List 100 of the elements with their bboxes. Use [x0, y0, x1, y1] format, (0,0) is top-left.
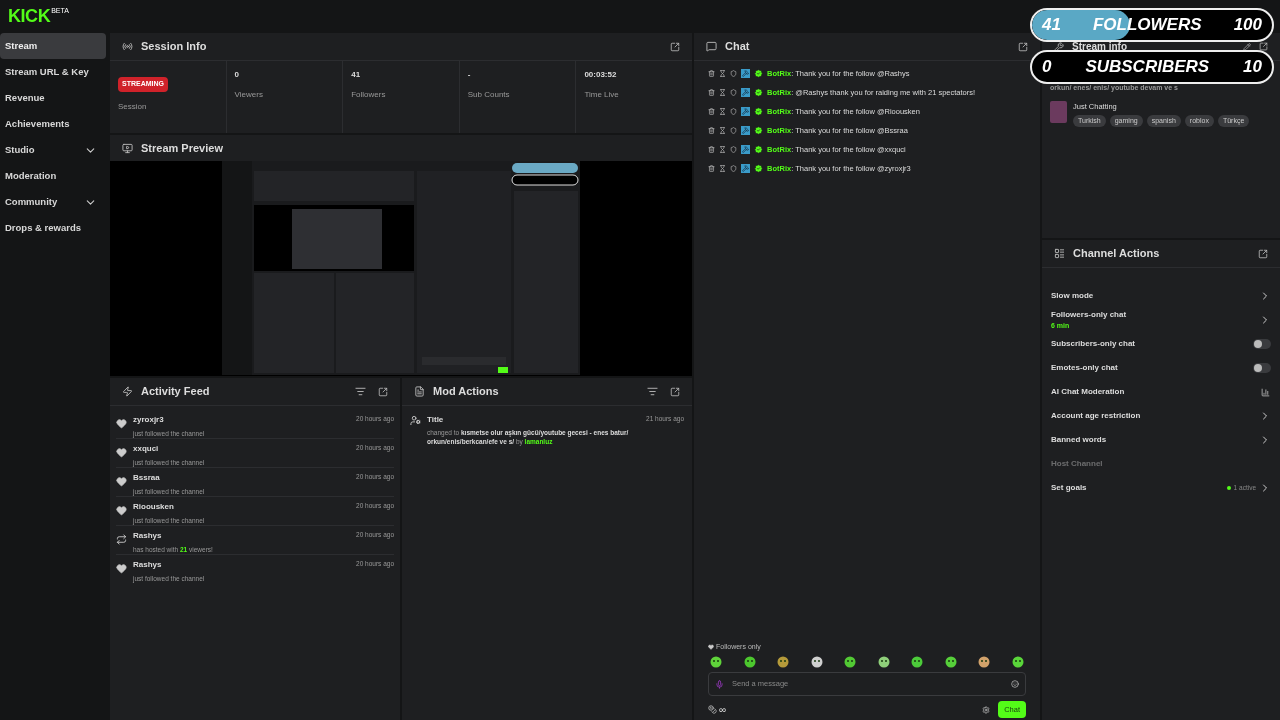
action-label: Subscribers-only chat [1051, 338, 1136, 350]
username[interactable]: Rioousken [133, 501, 174, 513]
action-label: Emotes-only chat [1051, 362, 1118, 374]
shield-icon[interactable] [730, 89, 737, 96]
stat-label: Time Live [584, 89, 620, 101]
popout-icon[interactable] [1259, 42, 1268, 51]
popout-icon[interactable] [1018, 41, 1028, 52]
username[interactable]: zyroxjr3 [133, 414, 164, 426]
stat-value: 41 [351, 69, 362, 81]
emote-icon[interactable] [844, 656, 857, 668]
broadcast-icon [122, 41, 133, 52]
shield-icon[interactable] [730, 165, 737, 172]
trash-icon[interactable] [708, 108, 715, 115]
screen-icon [122, 142, 133, 154]
panel-title: Channel Actions [1073, 246, 1160, 262]
trash-icon[interactable] [708, 146, 715, 153]
mod-action-title: Title [427, 414, 444, 426]
emote-icon[interactable] [710, 656, 722, 668]
goal-label: SUBSCRIBERS [1085, 56, 1210, 79]
sidebar-item[interactable]: Community [0, 189, 106, 215]
panel-title: Session Info [141, 39, 207, 55]
sidebar-item[interactable]: Moderation [0, 163, 106, 189]
hammer-badge-icon [741, 145, 750, 154]
hourglass-icon[interactable] [719, 70, 726, 77]
verified-badge-icon [754, 164, 763, 173]
hourglass-icon[interactable] [719, 146, 726, 153]
username[interactable]: Rashys [133, 559, 162, 571]
chart-link-icon [1261, 387, 1270, 397]
shield-icon[interactable] [730, 146, 737, 153]
panel-title: Stream info [1072, 40, 1127, 54]
sidebar-item[interactable]: Achievements [0, 111, 106, 137]
stat-value: 00:03:52 [584, 69, 618, 81]
trash-icon[interactable] [708, 89, 715, 96]
emote-icon[interactable] [810, 656, 823, 668]
sidebar-item[interactable]: Stream [0, 33, 106, 59]
shield-icon[interactable] [730, 70, 737, 77]
panel-title: Stream Preview [141, 140, 223, 156]
sidebar-item[interactable]: Studio [0, 137, 106, 163]
popout-icon[interactable] [1258, 248, 1268, 259]
edit-icon[interactable] [1243, 42, 1251, 51]
stat-value: - [467, 69, 472, 81]
panel-title: Chat [725, 39, 750, 55]
popout-icon[interactable] [670, 386, 680, 397]
emote-icon[interactable] [743, 656, 756, 668]
user-cog-icon [410, 415, 421, 426]
trash-icon[interactable] [708, 70, 715, 77]
verified-badge-icon [754, 145, 763, 154]
heart-icon [116, 563, 127, 574]
sidebar-item[interactable]: Stream URL & Key [0, 59, 106, 85]
emote-icon[interactable] [877, 656, 890, 668]
list-icon [1054, 248, 1065, 259]
heart-icon [116, 447, 127, 458]
shield-icon[interactable] [730, 127, 737, 134]
goal-target: 100 [1233, 14, 1262, 37]
emote-icon[interactable] [1011, 656, 1024, 668]
hourglass-icon[interactable] [719, 127, 726, 134]
hourglass-icon[interactable] [719, 108, 726, 115]
emote-icon[interactable] [777, 656, 790, 668]
hammer-badge-icon [741, 164, 750, 173]
action-label: AI Chat Moderation [1051, 386, 1125, 398]
hourglass-icon[interactable] [719, 89, 726, 96]
username[interactable]: Bssraa [133, 472, 160, 484]
settings-icon[interactable] [982, 705, 991, 714]
hammer-badge-icon [741, 69, 750, 78]
toggle-switch[interactable] [1253, 339, 1271, 349]
stat-label: Viewers [234, 89, 264, 101]
emote-icon[interactable] [978, 656, 991, 668]
panel-title: Mod Actions [433, 384, 499, 400]
toggle-switch[interactable] [1253, 363, 1271, 373]
trash-icon[interactable] [708, 127, 715, 134]
filter-icon[interactable] [355, 386, 366, 397]
logo[interactable]: KICK [8, 3, 51, 30]
popout-icon[interactable] [670, 41, 680, 52]
emoji-icon[interactable] [1011, 680, 1019, 688]
shield-icon[interactable] [730, 108, 737, 115]
sidebar-item[interactable]: Revenue [0, 85, 106, 111]
filter-icon[interactable] [647, 386, 658, 397]
chat-bubble-icon [706, 41, 717, 52]
stat-label: Session [118, 101, 148, 113]
hammer-badge-icon [741, 88, 750, 97]
action-label: Set goals [1051, 482, 1087, 494]
action-label: Host Channel [1051, 458, 1103, 470]
trash-icon[interactable] [708, 165, 715, 172]
hammer-badge-icon [741, 126, 750, 135]
document-icon [414, 386, 425, 397]
username[interactable]: Rashys [133, 530, 162, 542]
emote-icon[interactable] [911, 656, 924, 668]
points-balance: ∞ [719, 704, 727, 715]
emote-icon[interactable] [944, 656, 957, 668]
goal-target: 10 [1243, 56, 1262, 79]
hourglass-icon[interactable] [719, 165, 726, 172]
verified-badge-icon [754, 88, 763, 97]
sidebar-item[interactable]: Drops & rewards [0, 215, 106, 241]
username[interactable]: xxquci [133, 443, 159, 455]
popout-icon[interactable] [378, 386, 388, 397]
points-icon [708, 705, 717, 714]
heart-icon [116, 505, 127, 516]
hammer-badge-icon [741, 107, 750, 116]
goal-current: 0 [1042, 56, 1052, 79]
host-icon [116, 534, 127, 545]
